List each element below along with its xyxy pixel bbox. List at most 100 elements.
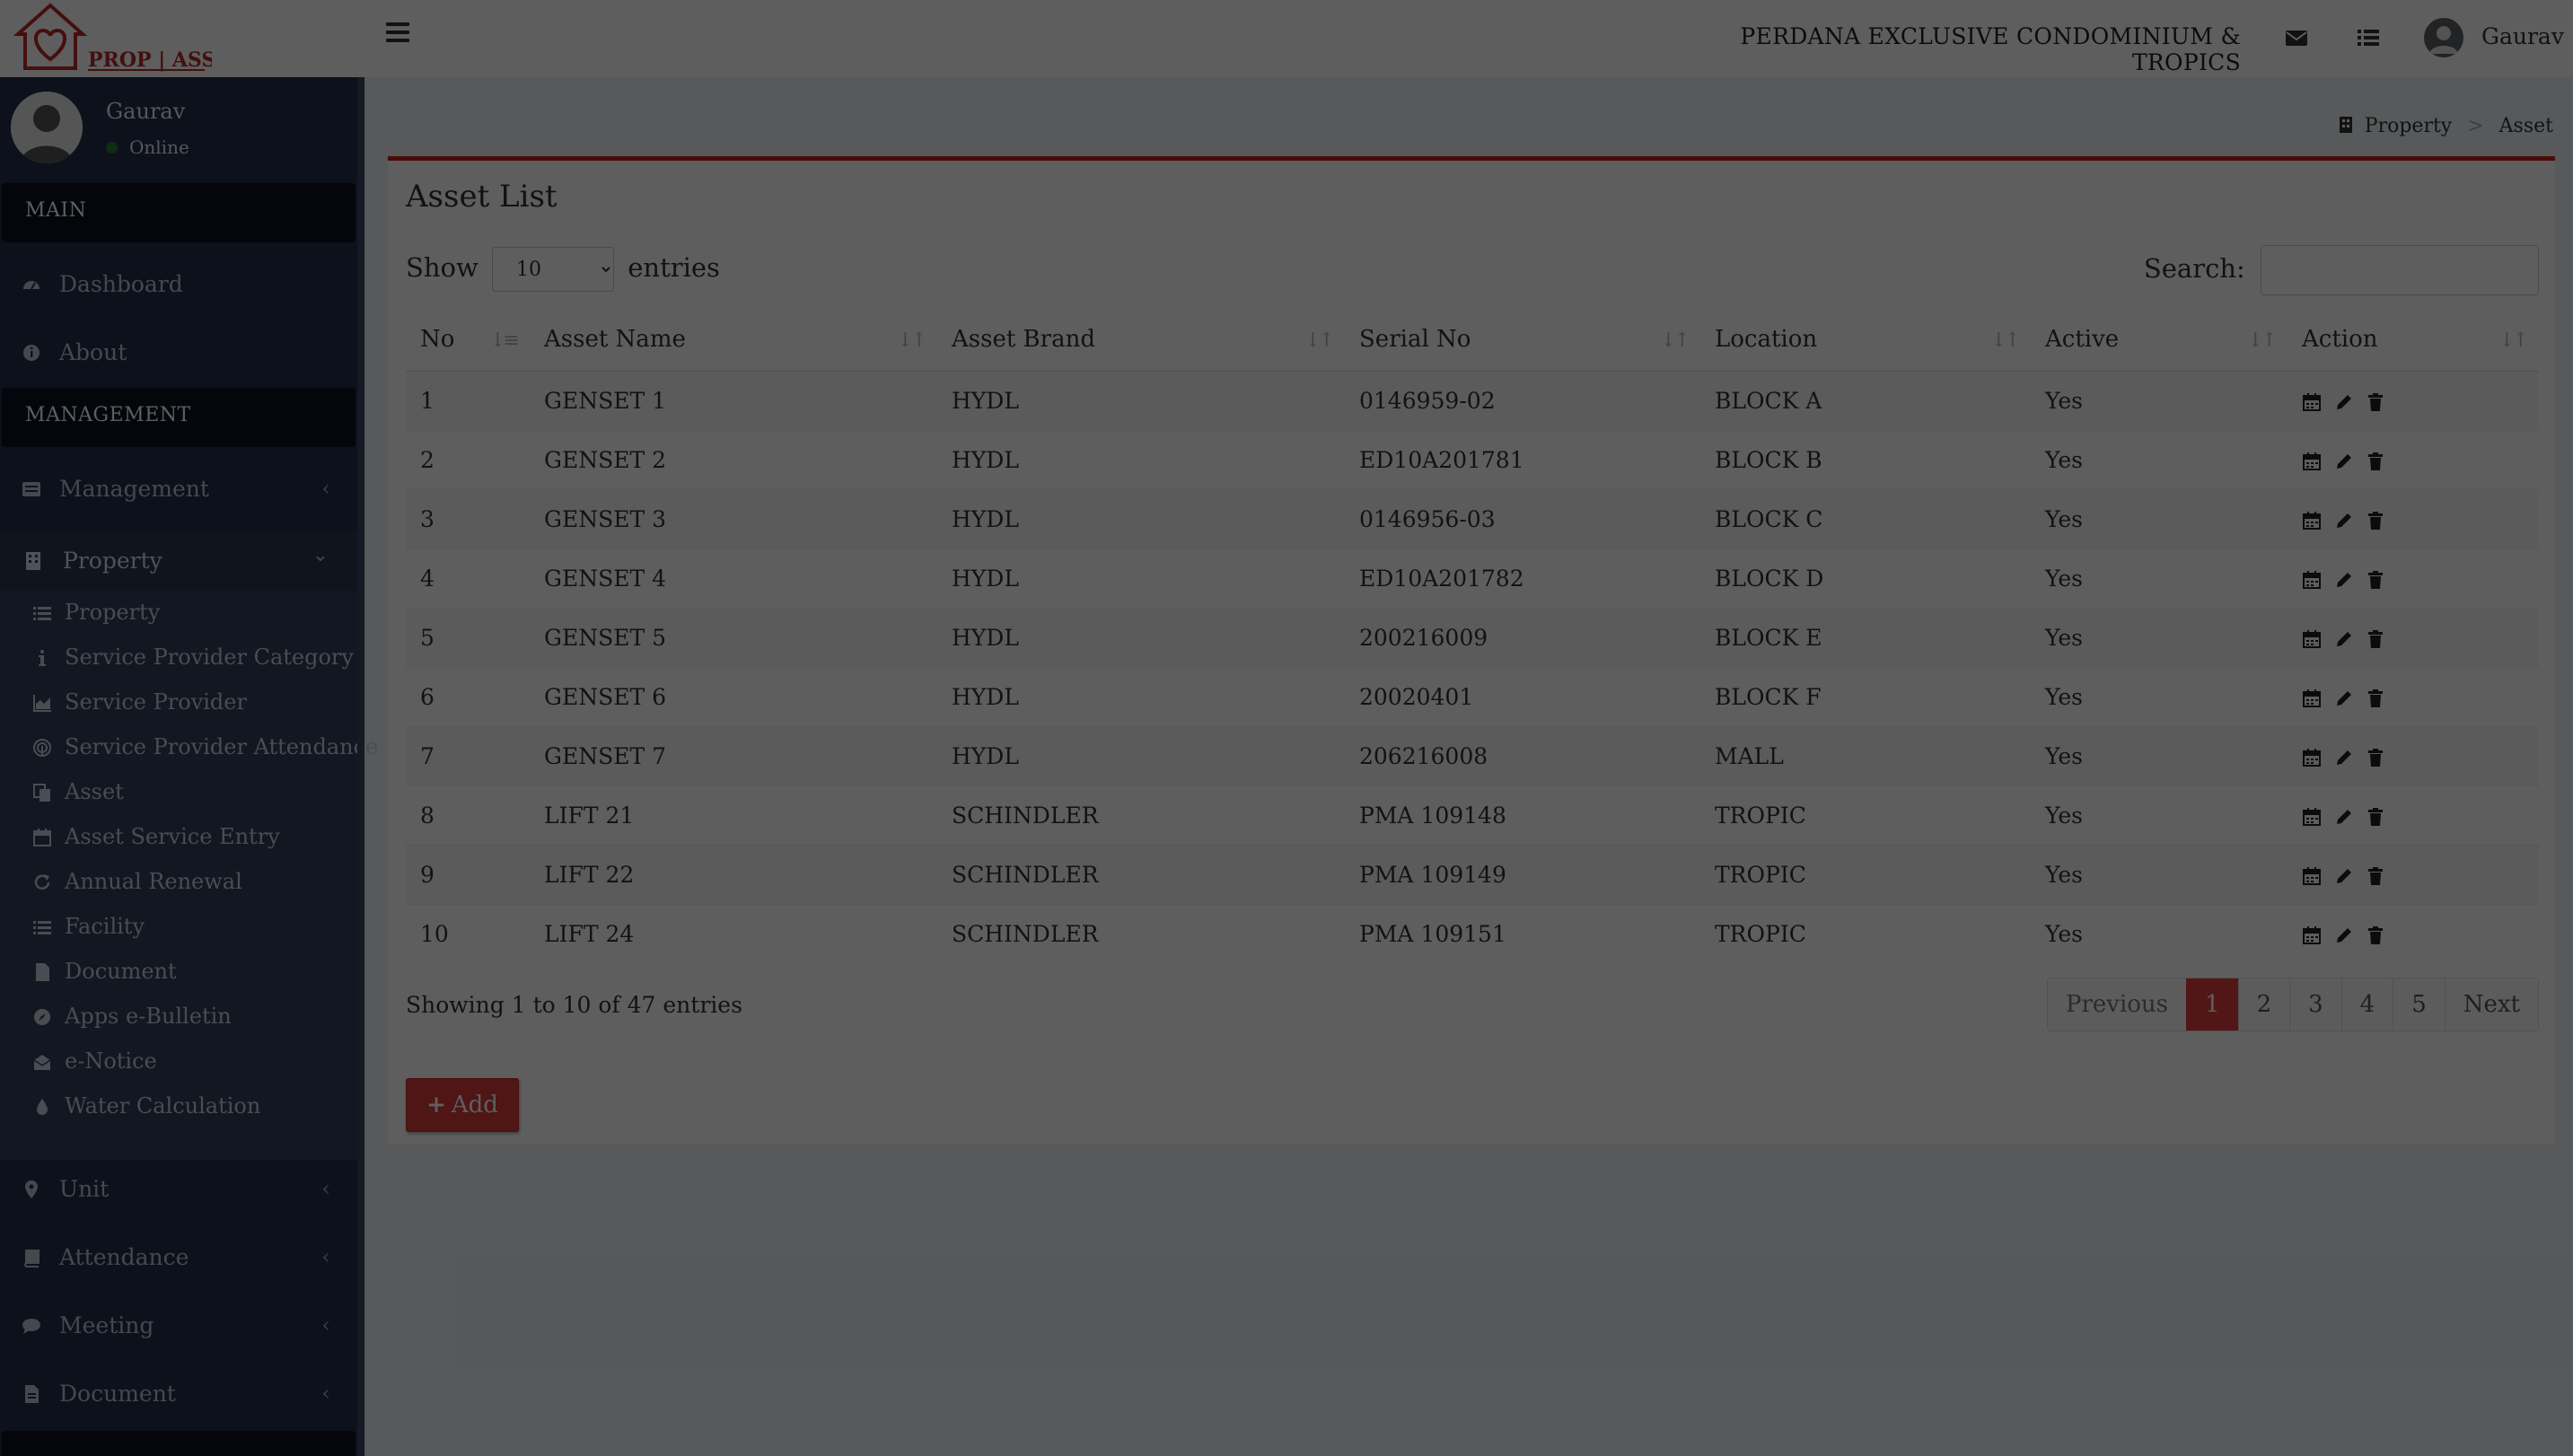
sidebar-subitem-asset[interactable]: Asset <box>0 770 357 815</box>
cell-asset-name: GENSET 5 <box>530 607 937 667</box>
section-header-main: MAIN <box>2 183 356 242</box>
cell-asset-name: GENSET 1 <box>530 370 937 430</box>
cell-asset-brand: SCHINDLER <box>937 903 1345 963</box>
sidebar-subitem-document[interactable]: Document <box>0 950 357 995</box>
trash-icon[interactable] <box>2367 625 2397 651</box>
sidebar-item-attendance[interactable]: Attendance ‹ <box>0 1232 364 1285</box>
column-header-asset-name[interactable]: Asset Name ↓↑ <box>530 308 937 372</box>
app-logo[interactable]: PROP | ASSIST <box>0 0 364 77</box>
calendar-icon[interactable] <box>2302 803 2334 829</box>
sidebar-subitem-e-notice[interactable]: e-Notice <box>0 1039 357 1084</box>
sidebar-subitem-apps-e-bulletin[interactable]: Apps e-Bulletin <box>0 995 357 1039</box>
calendar-icon[interactable] <box>2302 743 2334 769</box>
sidebar-item-property[interactable]: Property ⌄ <box>0 531 357 591</box>
pagination-page-1[interactable]: 1 <box>2186 978 2238 1031</box>
section-header-partial <box>2 1431 356 1456</box>
calendar-icon[interactable] <box>2302 862 2334 888</box>
calendar-icon[interactable] <box>2302 566 2334 592</box>
sidebar-subitem-service-provider-attendance[interactable]: Service Provider Attendance <box>0 725 378 770</box>
cell-location: BLOCK E <box>1700 607 2031 667</box>
cell-active: Yes <box>2031 725 2288 785</box>
pagination-page-3[interactable]: 3 <box>2289 978 2341 1031</box>
pencil-icon[interactable] <box>2334 684 2367 710</box>
calendar-icon[interactable] <box>2302 506 2334 532</box>
envelope-icon[interactable] <box>2284 25 2309 50</box>
page-length-select[interactable]: 10 <box>492 247 615 292</box>
trash-icon[interactable] <box>2367 684 2397 710</box>
cell-no: 7 <box>406 725 530 785</box>
pencil-icon[interactable] <box>2334 803 2367 829</box>
sidebar-item-meeting[interactable]: Meeting ‹ <box>0 1300 364 1354</box>
add-asset-button[interactable]: + Add <box>406 1078 519 1132</box>
compass-icon <box>34 1009 50 1025</box>
calendar-icon[interactable] <box>2302 388 2334 414</box>
sidebar-subitem-service-provider[interactable]: Service Provider <box>0 680 357 725</box>
pencil-icon[interactable] <box>2334 743 2367 769</box>
table-row: 1 GENSET 1 HYDL 0146959-02 BLOCK A Yes <box>406 370 2539 430</box>
trash-icon[interactable] <box>2367 447 2397 473</box>
sidebar-user-name: Gaurav <box>106 99 186 124</box>
comment-icon <box>22 1319 40 1334</box>
column-header-active[interactable]: Active ↓↑ <box>2031 308 2288 372</box>
cell-active: Yes <box>2031 488 2288 548</box>
trash-icon[interactable] <box>2367 566 2397 592</box>
column-header-serial-no[interactable]: Serial No ↓↑ <box>1345 308 1700 372</box>
pagination-page-4[interactable]: 4 <box>2340 978 2393 1031</box>
column-header-action[interactable]: Action ↓↑ <box>2288 308 2539 372</box>
sidebar-user-panel: Gaurav Online <box>0 77 364 176</box>
sidebar-subitem-facility[interactable]: Facility <box>0 905 357 950</box>
trash-icon[interactable] <box>2367 506 2397 532</box>
column-header-location[interactable]: Location ↓↑ <box>1700 308 2031 372</box>
search-input[interactable] <box>2261 245 2539 295</box>
cell-location: TROPIC <box>1700 844 2031 904</box>
pencil-icon[interactable] <box>2334 506 2367 532</box>
trash-icon[interactable] <box>2367 921 2397 947</box>
sidebar-item-management[interactable]: Management ‹ <box>0 463 364 517</box>
pencil-icon[interactable] <box>2334 447 2367 473</box>
sidebar-subitem-water-calculation[interactable]: Water Calculation <box>0 1084 357 1129</box>
pagination-previous[interactable]: Previous <box>2047 978 2187 1031</box>
sidebar-item-about[interactable]: About <box>0 327 364 381</box>
calendar-icon[interactable] <box>2302 684 2334 710</box>
sidebar-item-dashboard[interactable]: Dashboard <box>0 259 364 312</box>
pagination-page-2[interactable]: 2 <box>2237 978 2290 1031</box>
sidebar-subitem-property[interactable]: Property <box>0 591 357 636</box>
table-search: Search: <box>2144 245 2539 295</box>
sort-icon: ↓↑ <box>2498 329 2529 352</box>
pencil-icon[interactable] <box>2334 566 2367 592</box>
trash-icon[interactable] <box>2367 803 2397 829</box>
pencil-icon[interactable] <box>2334 862 2367 888</box>
cell-asset-name: LIFT 24 <box>530 903 937 963</box>
column-header-no[interactable]: No ↓≡ <box>406 308 530 372</box>
property-name: PERDANA EXCLUSIVE CONDOMINIUM & TROPICS <box>1740 23 2241 75</box>
pagination-page-5[interactable]: 5 <box>2393 978 2445 1031</box>
trash-icon[interactable] <box>2367 743 2397 769</box>
breadcrumb-property-link[interactable]: Property <box>2365 115 2452 137</box>
pencil-icon[interactable] <box>2334 388 2367 414</box>
sidebar-scrollbar[interactable] <box>357 77 364 1456</box>
sidebar-item-document[interactable]: Document ‹ <box>0 1368 364 1422</box>
trash-icon[interactable] <box>2367 388 2397 414</box>
pagination-next[interactable]: Next <box>2444 978 2538 1031</box>
calendar-icon[interactable] <box>2302 921 2334 947</box>
list-alt-icon <box>22 482 40 496</box>
trash-icon[interactable] <box>2367 862 2397 888</box>
tasks-list-icon[interactable] <box>2356 25 2381 50</box>
sidebar-subitem-asset-service-entry[interactable]: Asset Service Entry <box>0 815 357 860</box>
cell-active: Yes <box>2031 429 2288 489</box>
column-header-asset-brand[interactable]: Asset Brand ↓↑ <box>937 308 1345 372</box>
calendar-icon[interactable] <box>2302 625 2334 651</box>
sidebar-subitem-annual-renewal[interactable]: Annual Renewal <box>0 860 357 905</box>
calendar-icon[interactable] <box>2302 447 2334 473</box>
user-menu[interactable]: Gaurav <box>2424 18 2564 59</box>
cell-action <box>2288 607 2539 667</box>
cell-asset-name: GENSET 6 <box>530 666 937 726</box>
sidebar-item-unit[interactable]: Unit ‹ <box>0 1163 364 1217</box>
table-row: 3 GENSET 3 HYDL 0146956-03 BLOCK C Yes <box>406 488 2539 548</box>
sidebar-subitem-service-provider-category[interactable]: Service Provider Category <box>0 636 357 680</box>
asset-table: No ↓≡ Asset Name ↓↑ Asset Brand ↓↑ Serial N… <box>406 308 2539 963</box>
chevron-left-icon: ‹ <box>321 1381 330 1406</box>
pencil-icon[interactable] <box>2334 625 2367 651</box>
sidebar-toggle-button[interactable] <box>386 22 409 46</box>
pencil-icon[interactable] <box>2334 921 2367 947</box>
